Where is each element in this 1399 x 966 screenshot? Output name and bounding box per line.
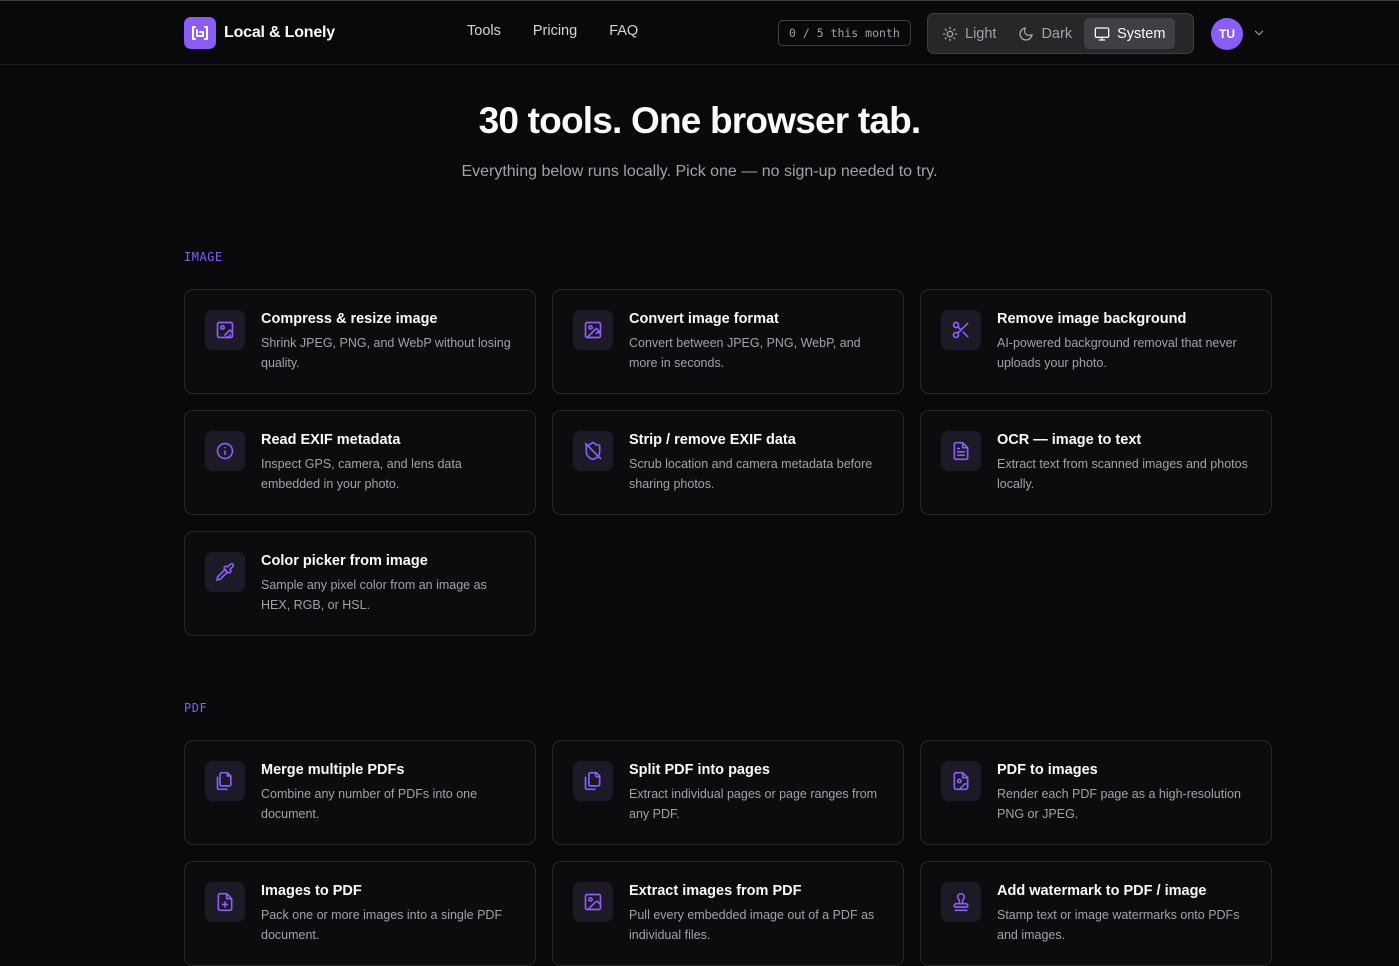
logo-icon xyxy=(184,17,216,49)
tool-icon-wrapper xyxy=(205,431,245,471)
top-navbar: Local & Lonely Tools Pricing FAQ 0 / 5 t… xyxy=(0,1,1399,65)
tool-title: Add watermark to PDF / image xyxy=(997,883,1207,899)
shield-off-icon xyxy=(584,441,602,461)
theme-dark-button[interactable]: Dark xyxy=(1008,18,1082,49)
tool-description: Inspect GPS, camera, and lens data embed… xyxy=(261,457,462,491)
theme-system-button[interactable]: System xyxy=(1084,18,1176,49)
tool-icon-wrapper xyxy=(941,882,981,922)
tool-icon-wrapper xyxy=(205,310,245,350)
tool-description: Shrink JPEG, PNG, and WebP without losin… xyxy=(261,336,511,370)
tool-icon-wrapper xyxy=(205,552,245,592)
tool-icon-wrapper xyxy=(573,310,613,350)
monitor-icon xyxy=(1094,26,1110,41)
tool-description: Extract individual pages or page ranges … xyxy=(629,787,878,821)
tool-description: Scrub location and camera metadata befor… xyxy=(629,457,873,491)
tool-title: Images to PDF xyxy=(261,883,362,899)
file-text-icon xyxy=(953,441,969,461)
file-plus-icon xyxy=(217,892,233,912)
tool-icon-wrapper xyxy=(205,882,245,922)
tool-icon-wrapper xyxy=(573,431,613,471)
image-convert-icon xyxy=(584,321,602,339)
theme-light-label: Light xyxy=(965,25,997,42)
tool-title: PDF to images xyxy=(997,762,1098,778)
page-title: 30 tools. One browser tab. xyxy=(478,100,922,141)
files-icon xyxy=(216,771,232,791)
tool-icon-wrapper xyxy=(941,310,981,350)
tool-title: Convert image format xyxy=(629,311,779,327)
tool-card-read-exif-metadata[interactable]: Read EXIF metadata Inspect GPS, camera, a… xyxy=(184,410,536,515)
file-image-icon xyxy=(953,771,969,791)
theme-light-button[interactable]: Light xyxy=(932,18,1006,49)
split-pages-icon xyxy=(584,771,601,791)
nav-link-pricing[interactable]: Pricing xyxy=(533,23,577,39)
tool-title: Split PDF into pages xyxy=(629,762,770,778)
page-subtitle: Everything below runs locally. Pick one … xyxy=(461,163,938,180)
tool-description: Pack one or more images into a single PD… xyxy=(261,908,503,942)
theme-dark-label: Dark xyxy=(1041,25,1073,42)
tool-card-strip-remove-exif-data[interactable]: Strip / remove EXIF data Scrub location a… xyxy=(552,410,904,515)
tool-card-add-watermark-to-pdf-image[interactable]: Add watermark to PDF / image Stamp text o… xyxy=(920,861,1272,966)
tool-card-merge-multiple-pdfs[interactable]: Merge multiple PDFs Combine any number of… xyxy=(184,740,536,845)
tool-icon-wrapper xyxy=(941,431,981,471)
theme-switcher: Light Dark System xyxy=(927,13,1194,54)
section-label-pdf: PDF xyxy=(184,701,208,715)
tool-card-convert-image-format[interactable]: Convert image format Convert between JPEG… xyxy=(552,289,904,394)
usage-quota-badge: 0 / 5 this month xyxy=(778,20,911,46)
stamp-icon xyxy=(953,892,969,912)
image-icon xyxy=(584,893,602,911)
sun-icon xyxy=(942,26,958,41)
tool-description: Pull every embedded image out of a PDF a… xyxy=(629,908,875,942)
tool-title: Merge multiple PDFs xyxy=(261,762,405,778)
tool-card-compress-resize-image[interactable]: Compress & resize image Shrink JPEG, PNG,… xyxy=(184,289,536,394)
info-icon xyxy=(216,442,234,460)
logo-link[interactable]: Local & Lonely xyxy=(184,17,335,49)
tool-title: Compress & resize image xyxy=(261,311,438,327)
tool-title: OCR — image to text xyxy=(997,432,1142,448)
tool-icon-wrapper xyxy=(573,882,613,922)
chevron-down-icon[interactable] xyxy=(1252,26,1266,40)
tool-description: Render each PDF page as a high-resolutio… xyxy=(997,787,1241,821)
moon-icon xyxy=(1019,26,1034,41)
scissors-icon xyxy=(952,321,969,339)
tool-card-images-to-pdf[interactable]: Images to PDF Pack one or more images int… xyxy=(184,861,536,966)
tool-card-color-picker-from-image[interactable]: Color picker from image Sample any pixel … xyxy=(184,531,536,636)
tool-title: Extract images from PDF xyxy=(629,883,802,899)
tool-card-remove-image-background[interactable]: Remove image background AI-powered backgr… xyxy=(920,289,1272,394)
nav-link-tools[interactable]: Tools xyxy=(467,23,501,39)
tool-card-ocr-image-to-text[interactable]: OCR — image to text Extract text from sca… xyxy=(920,410,1272,515)
tool-title: Remove image background xyxy=(997,311,1187,327)
tool-card-extract-images-from-pdf[interactable]: Extract images from PDF Pull every embedd… xyxy=(552,861,904,966)
tool-icon-wrapper xyxy=(573,761,613,801)
section-label-image: IMAGE xyxy=(184,250,223,264)
tool-card-split-pdf-into-pages[interactable]: Split PDF into pages Extract individual p… xyxy=(552,740,904,845)
tool-title: Strip / remove EXIF data xyxy=(629,432,796,448)
user-avatar[interactable]: TU xyxy=(1211,18,1243,50)
tool-title: Color picker from image xyxy=(261,553,428,569)
main-nav: Tools Pricing FAQ xyxy=(467,23,638,39)
app-name: Local & Lonely xyxy=(224,24,335,41)
tool-description: AI-powered background removal that never… xyxy=(997,336,1237,370)
tool-card-pdf-to-images[interactable]: PDF to images Render each PDF page as a h… xyxy=(920,740,1272,845)
tool-title: Read EXIF metadata xyxy=(261,432,401,448)
nav-link-faq[interactable]: FAQ xyxy=(609,23,638,39)
tool-description: Extract text from scanned images and pho… xyxy=(997,457,1248,491)
pipette-icon xyxy=(215,562,235,582)
tool-description: Convert between JPEG, PNG, WebP, and mor… xyxy=(629,336,861,370)
tool-description: Combine any number of PDFs into one docu… xyxy=(261,787,478,821)
tool-description: Sample any pixel color from an image as … xyxy=(261,578,487,612)
tool-icon-wrapper xyxy=(941,761,981,801)
tool-icon-wrapper xyxy=(205,761,245,801)
image-compress-icon xyxy=(216,321,234,339)
tool-description: Stamp text or image watermarks onto PDFs… xyxy=(997,908,1240,942)
theme-system-label: System xyxy=(1117,25,1166,42)
